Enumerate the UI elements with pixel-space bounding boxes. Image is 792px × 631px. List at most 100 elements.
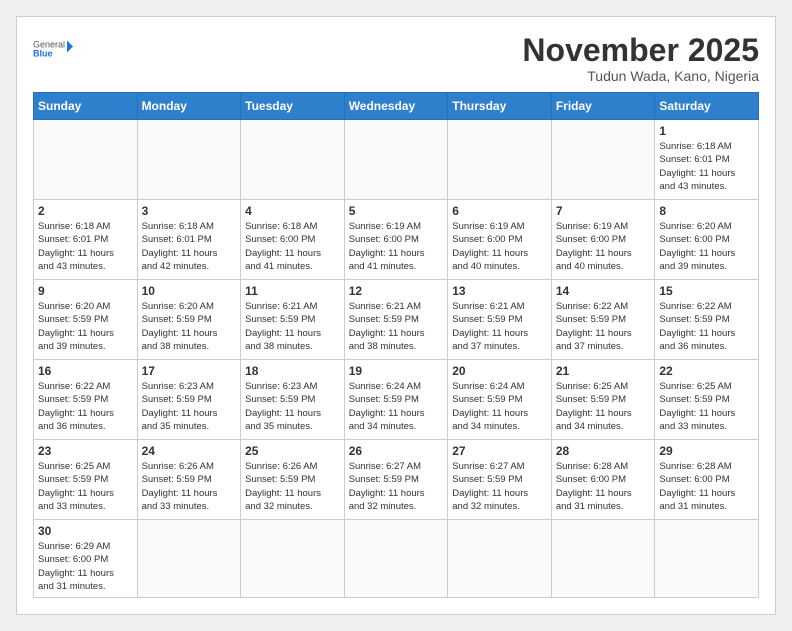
day-cell: 6 Sunrise: 6:19 AM Sunset: 6:00 PM Daylig…	[448, 200, 552, 280]
weekday-header-tuesday: Tuesday	[241, 93, 345, 120]
day-number: 15	[659, 284, 754, 298]
day-info: Sunrise: 6:18 AM Sunset: 6:01 PM Dayligh…	[38, 220, 133, 273]
day-cell: 26Sunrise: 6:27 AM Sunset: 5:59 PM Dayli…	[344, 440, 448, 520]
day-cell: 9 Sunrise: 6:20 AM Sunset: 5:59 PM Daylig…	[34, 280, 138, 360]
day-info: Sunrise: 6:26 AM Sunset: 5:59 PM Dayligh…	[245, 460, 340, 513]
day-number: 3	[142, 204, 237, 218]
weekday-header-sunday: Sunday	[34, 93, 138, 120]
day-number: 24	[142, 444, 237, 458]
month-title: November 2025	[522, 33, 759, 68]
day-number: 20	[452, 364, 547, 378]
day-info: Sunrise: 6:23 AM Sunset: 5:59 PM Dayligh…	[245, 380, 340, 433]
day-number: 30	[38, 524, 133, 538]
day-info: Sunrise: 6:23 AM Sunset: 5:59 PM Dayligh…	[142, 380, 237, 433]
day-cell: 20 Sunrise: 6:24 AM Sunset: 5:59 PM Dayli…	[448, 360, 552, 440]
day-cell: 12Sunrise: 6:21 AM Sunset: 5:59 PM Dayli…	[344, 280, 448, 360]
day-number: 1	[659, 124, 754, 138]
day-info: Sunrise: 6:18 AM Sunset: 6:01 PM Dayligh…	[142, 220, 237, 273]
day-info: Sunrise: 6:25 AM Sunset: 5:59 PM Dayligh…	[556, 380, 651, 433]
day-info: Sunrise: 6:18 AM Sunset: 6:01 PM Dayligh…	[659, 140, 754, 193]
day-info: Sunrise: 6:21 AM Sunset: 5:59 PM Dayligh…	[245, 300, 340, 353]
day-number: 17	[142, 364, 237, 378]
day-cell: 25 Sunrise: 6:26 AM Sunset: 5:59 PM Dayli…	[241, 440, 345, 520]
day-cell: 7 Sunrise: 6:19 AM Sunset: 6:00 PM Daylig…	[551, 200, 655, 280]
day-info: Sunrise: 6:20 AM Sunset: 6:00 PM Dayligh…	[659, 220, 754, 273]
day-cell: 10Sunrise: 6:20 AM Sunset: 5:59 PM Dayli…	[137, 280, 241, 360]
day-number: 14	[556, 284, 651, 298]
day-info: Sunrise: 6:28 AM Sunset: 6:00 PM Dayligh…	[556, 460, 651, 513]
day-cell: 13Sunrise: 6:21 AM Sunset: 5:59 PM Dayli…	[448, 280, 552, 360]
day-number: 25	[245, 444, 340, 458]
day-info: Sunrise: 6:22 AM Sunset: 5:59 PM Dayligh…	[38, 380, 133, 433]
day-cell: 4 Sunrise: 6:18 AM Sunset: 6:00 PM Daylig…	[241, 200, 345, 280]
day-cell: 3 Sunrise: 6:18 AM Sunset: 6:01 PM Daylig…	[137, 200, 241, 280]
day-info: Sunrise: 6:24 AM Sunset: 5:59 PM Dayligh…	[349, 380, 444, 433]
day-cell	[241, 520, 345, 598]
day-cell: 24 Sunrise: 6:26 AM Sunset: 5:59 PM Dayli…	[137, 440, 241, 520]
day-cell: 18 Sunrise: 6:23 AM Sunset: 5:59 PM Dayli…	[241, 360, 345, 440]
week-row-1: 1 Sunrise: 6:18 AM Sunset: 6:01 PM Daylig…	[34, 120, 759, 200]
day-cell: 11Sunrise: 6:21 AM Sunset: 5:59 PM Dayli…	[241, 280, 345, 360]
day-cell	[241, 120, 345, 200]
day-number: 19	[349, 364, 444, 378]
day-number: 21	[556, 364, 651, 378]
day-info: Sunrise: 6:19 AM Sunset: 6:00 PM Dayligh…	[556, 220, 651, 273]
day-cell: 28Sunrise: 6:28 AM Sunset: 6:00 PM Dayli…	[551, 440, 655, 520]
day-cell	[344, 120, 448, 200]
day-number: 16	[38, 364, 133, 378]
day-number: 4	[245, 204, 340, 218]
svg-text:General: General	[33, 40, 65, 50]
day-cell: 15 Sunrise: 6:22 AM Sunset: 5:59 PM Dayli…	[655, 280, 759, 360]
weekday-header-friday: Friday	[551, 93, 655, 120]
day-number: 10	[142, 284, 237, 298]
day-info: Sunrise: 6:20 AM Sunset: 5:59 PM Dayligh…	[38, 300, 133, 353]
day-number: 5	[349, 204, 444, 218]
day-cell: 23 Sunrise: 6:25 AM Sunset: 5:59 PM Dayli…	[34, 440, 138, 520]
day-cell	[551, 520, 655, 598]
day-cell: 8 Sunrise: 6:20 AM Sunset: 6:00 PM Daylig…	[655, 200, 759, 280]
calendar-container: General Blue November 2025 Tudun Wada, K…	[16, 16, 776, 615]
weekday-header-row: SundayMondayTuesdayWednesdayThursdayFrid…	[34, 93, 759, 120]
day-info: Sunrise: 6:25 AM Sunset: 5:59 PM Dayligh…	[659, 380, 754, 433]
day-number: 29	[659, 444, 754, 458]
day-number: 7	[556, 204, 651, 218]
day-info: Sunrise: 6:27 AM Sunset: 5:59 PM Dayligh…	[452, 460, 547, 513]
day-number: 6	[452, 204, 547, 218]
day-cell: 19 Sunrise: 6:24 AM Sunset: 5:59 PM Dayli…	[344, 360, 448, 440]
header-section: General Blue November 2025 Tudun Wada, K…	[33, 33, 759, 84]
day-info: Sunrise: 6:24 AM Sunset: 5:59 PM Dayligh…	[452, 380, 547, 433]
day-number: 9	[38, 284, 133, 298]
day-info: Sunrise: 6:26 AM Sunset: 5:59 PM Dayligh…	[142, 460, 237, 513]
day-cell	[448, 120, 552, 200]
calendar-table: SundayMondayTuesdayWednesdayThursdayFrid…	[33, 92, 759, 598]
day-cell: 17 Sunrise: 6:23 AM Sunset: 5:59 PM Dayli…	[137, 360, 241, 440]
weekday-header-monday: Monday	[137, 93, 241, 120]
weekday-header-wednesday: Wednesday	[344, 93, 448, 120]
title-section: November 2025 Tudun Wada, Kano, Nigeria	[522, 33, 759, 84]
day-cell	[344, 520, 448, 598]
day-info: Sunrise: 6:25 AM Sunset: 5:59 PM Dayligh…	[38, 460, 133, 513]
day-number: 22	[659, 364, 754, 378]
day-info: Sunrise: 6:21 AM Sunset: 5:59 PM Dayligh…	[349, 300, 444, 353]
day-cell: 30Sunrise: 6:29 AM Sunset: 6:00 PM Dayli…	[34, 520, 138, 598]
day-cell: 2Sunrise: 6:18 AM Sunset: 6:01 PM Daylig…	[34, 200, 138, 280]
week-row-6: 30Sunrise: 6:29 AM Sunset: 6:00 PM Dayli…	[34, 520, 759, 598]
day-cell	[137, 120, 241, 200]
day-info: Sunrise: 6:18 AM Sunset: 6:00 PM Dayligh…	[245, 220, 340, 273]
day-info: Sunrise: 6:19 AM Sunset: 6:00 PM Dayligh…	[452, 220, 547, 273]
day-cell: 1 Sunrise: 6:18 AM Sunset: 6:01 PM Daylig…	[655, 120, 759, 200]
day-cell: 29 Sunrise: 6:28 AM Sunset: 6:00 PM Dayli…	[655, 440, 759, 520]
weekday-header-saturday: Saturday	[655, 93, 759, 120]
day-info: Sunrise: 6:22 AM Sunset: 5:59 PM Dayligh…	[659, 300, 754, 353]
location-title: Tudun Wada, Kano, Nigeria	[522, 68, 759, 84]
week-row-4: 16 Sunrise: 6:22 AM Sunset: 5:59 PM Dayli…	[34, 360, 759, 440]
day-number: 18	[245, 364, 340, 378]
day-cell: 22 Sunrise: 6:25 AM Sunset: 5:59 PM Dayli…	[655, 360, 759, 440]
day-number: 8	[659, 204, 754, 218]
day-info: Sunrise: 6:28 AM Sunset: 6:00 PM Dayligh…	[659, 460, 754, 513]
svg-text:Blue: Blue	[33, 49, 53, 59]
day-cell	[655, 520, 759, 598]
day-number: 23	[38, 444, 133, 458]
logo: General Blue	[33, 33, 73, 63]
day-cell	[551, 120, 655, 200]
